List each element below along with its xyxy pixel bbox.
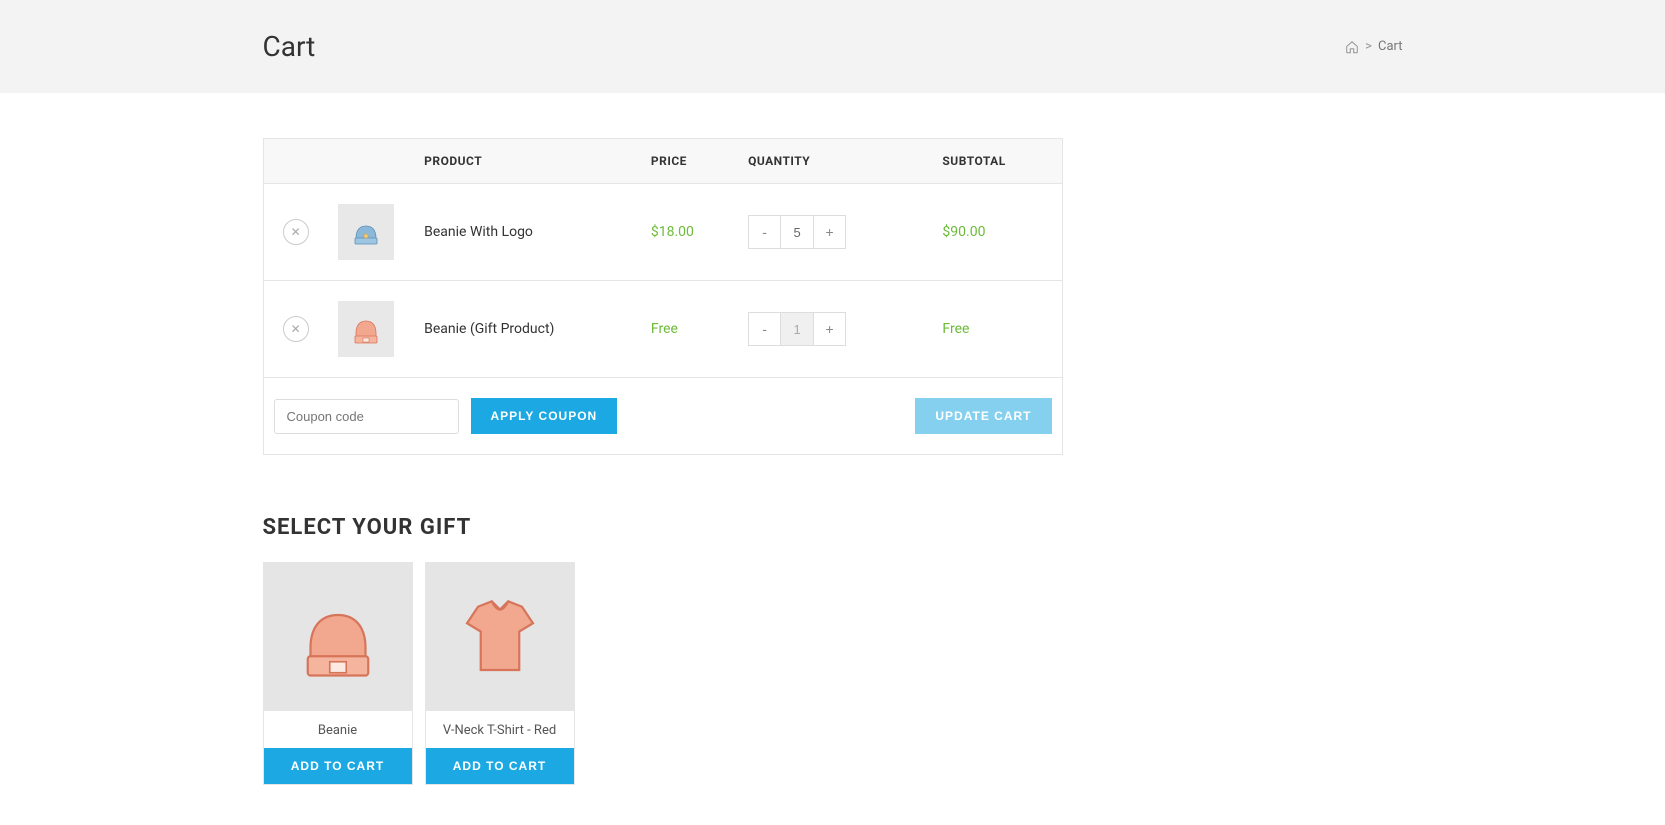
qty-plus-button[interactable]: + xyxy=(813,313,845,345)
breadcrumb-current: Cart xyxy=(1378,39,1403,54)
product-price: $18.00 xyxy=(641,184,738,281)
home-icon[interactable] xyxy=(1345,40,1359,54)
gift-name: V-Neck T-Shirt - Red xyxy=(426,711,574,748)
col-remove-header xyxy=(263,139,328,184)
breadcrumb: > Cart xyxy=(1345,39,1402,54)
qty-plus-button[interactable]: + xyxy=(813,216,845,248)
product-name[interactable]: Beanie With Logo xyxy=(414,184,641,281)
col-price-header: PRICE xyxy=(641,139,738,184)
qty-minus-button[interactable]: - xyxy=(749,216,781,248)
col-thumb-header xyxy=(328,139,414,184)
remove-item-button[interactable]: ✕ xyxy=(283,219,309,245)
gift-card: BeanieADD TO CART xyxy=(263,562,413,785)
gift-card: V-Neck T-Shirt - RedADD TO CART xyxy=(425,562,575,785)
gift-image[interactable] xyxy=(426,563,574,711)
qty-input xyxy=(781,313,813,345)
remove-item-button[interactable]: ✕ xyxy=(283,316,309,342)
product-thumbnail[interactable] xyxy=(338,204,394,260)
product-subtotal: $90.00 xyxy=(932,184,1062,281)
col-product-header: PRODUCT xyxy=(414,139,641,184)
page-header: Cart > Cart xyxy=(0,0,1665,93)
quantity-stepper: -+ xyxy=(748,312,846,346)
product-price: Free xyxy=(641,281,738,378)
update-cart-button[interactable]: UPDATE CART xyxy=(915,398,1051,434)
page-title: Cart xyxy=(263,30,316,63)
gift-image[interactable] xyxy=(264,563,412,711)
gift-name: Beanie xyxy=(264,711,412,748)
product-subtotal: Free xyxy=(932,281,1062,378)
apply-coupon-button[interactable]: APPLY COUPON xyxy=(471,398,618,434)
add-to-cart-button[interactable]: ADD TO CART xyxy=(426,748,574,784)
coupon-code-input[interactable] xyxy=(274,399,459,434)
add-to-cart-button[interactable]: ADD TO CART xyxy=(264,748,412,784)
gift-heading: SELECT YOUR GIFT xyxy=(263,515,1063,540)
table-row: ✕Beanie With Logo$18.00-+$90.00 xyxy=(263,184,1062,281)
col-subtotal-header: SUBTOTAL xyxy=(932,139,1062,184)
cart-table: PRODUCT PRICE QUANTITY SUBTOTAL ✕ Beanie … xyxy=(263,138,1063,455)
col-qty-header: QUANTITY xyxy=(738,139,932,184)
quantity-stepper: -+ xyxy=(748,215,846,249)
product-thumbnail[interactable] xyxy=(338,301,394,357)
product-name[interactable]: Beanie (Gift Product) xyxy=(414,281,641,378)
gift-grid: BeanieADD TO CARTV-Neck T-Shirt - RedADD… xyxy=(263,562,1063,785)
table-row: ✕Beanie (Gift Product)Free-+Free xyxy=(263,281,1062,378)
qty-minus-button[interactable]: - xyxy=(749,313,781,345)
breadcrumb-separator: > xyxy=(1365,39,1372,54)
qty-input[interactable] xyxy=(781,216,813,248)
